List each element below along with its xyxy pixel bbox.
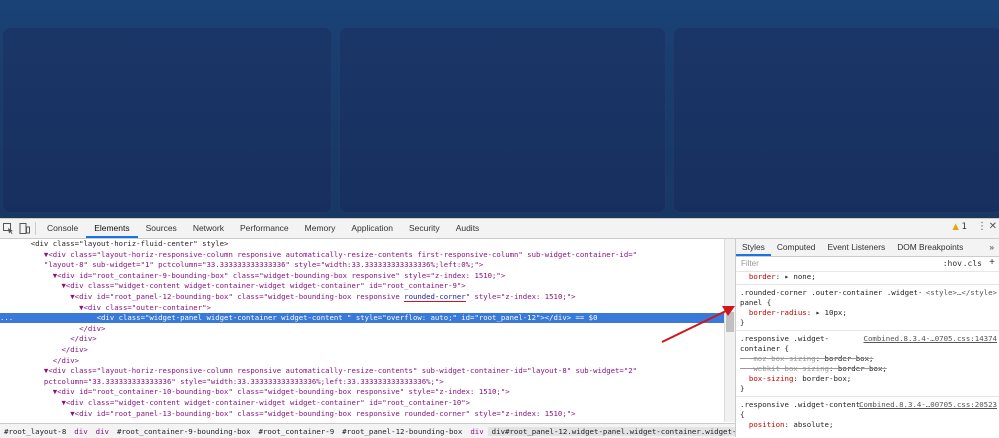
tab-memory[interactable]: Memory	[297, 219, 344, 238]
elements-tree[interactable]: <div class="layout-horiz-fluid-center" s…	[0, 239, 724, 422]
widget-panel-3	[673, 27, 999, 213]
tab-sources[interactable]: Sources	[138, 219, 185, 238]
styles-tab-computed[interactable]: Computed	[771, 239, 822, 256]
cls-toggle[interactable]: .cls	[963, 259, 982, 268]
styles-tab-styles[interactable]: Styles	[736, 239, 771, 256]
tab-performance[interactable]: Performance	[232, 219, 297, 238]
tab-network[interactable]: Network	[185, 219, 232, 238]
devtools-tabs: Console Elements Sources Network Performance…	[39, 219, 487, 238]
css-declaration[interactable]: -webkit-box-sizing: border-box;	[740, 364, 998, 374]
dom-node-line[interactable]: ▼<div id="root_panel-12-bounding-box" cl…	[0, 292, 724, 302]
breadcrumb-item[interactable]: #root_panel-12-bounding-box	[338, 427, 466, 436]
breadcrumb-item[interactable]: #root_container-9-bounding-box	[113, 427, 255, 436]
filter-input[interactable]: Filter	[741, 259, 759, 268]
warning-icon: ▲	[952, 222, 959, 232]
devtools-panel: Console Elements Sources Network Performance…	[0, 218, 999, 438]
close-icon[interactable]: ✕	[989, 221, 997, 232]
rule-source-link[interactable]: <style>…</style>	[926, 288, 997, 297]
dom-node-line[interactable]: <div class="layout-horiz-fluid-center" s…	[0, 239, 724, 249]
css-declaration[interactable]: -moz-box-sizing: border-box;	[740, 354, 998, 364]
rule-separator	[736, 330, 999, 331]
breadcrumb-item[interactable]: div	[70, 427, 91, 436]
selected-dom-node[interactable]: ... <div class="widget-panel widget-cont…	[0, 313, 724, 324]
tab-elements[interactable]: Elements	[86, 219, 138, 238]
dom-node-line[interactable]: ▼<div class="widget-content widget-conta…	[0, 281, 724, 291]
rule-selector[interactable]: {	[740, 410, 998, 420]
rule-close-brace: }	[740, 318, 745, 327]
styles-tab-event-listeners[interactable]: Event Listeners	[821, 239, 891, 256]
kebab-menu-icon[interactable]: ⋮	[977, 221, 987, 232]
dom-node-line[interactable]: </div>	[0, 345, 724, 355]
rule-close-brace: }	[740, 384, 745, 393]
new-rule-button[interactable]: +	[989, 257, 995, 268]
tab-security[interactable]: Security	[401, 219, 448, 238]
styles-pane: Styles Computed Event Listeners DOM Breakpo…	[735, 239, 999, 437]
tab-audits[interactable]: Audits	[448, 219, 488, 238]
dom-node-line[interactable]: </div>	[0, 334, 724, 344]
breadcrumb-item[interactable]: div	[92, 427, 113, 436]
breadcrumb-item[interactable]: #root_container-9	[255, 427, 339, 436]
dom-node-line[interactable]: pctcolumn="33.333333333333336" style="wi…	[0, 377, 724, 387]
more-tabs-icon[interactable]: »	[983, 239, 999, 256]
dom-node-line[interactable]: ▼<div id="root_container-9-bounding-box"…	[0, 271, 724, 281]
dom-node-line[interactable]: "layout-8" sub-widget="1" pctcolumn="33.…	[0, 260, 724, 270]
highlighted-class-underline: rounded-corner	[404, 292, 466, 302]
inspect-icon[interactable]	[0, 219, 16, 238]
scroll-thumb[interactable]	[726, 312, 734, 332]
dom-node-line[interactable]: </div>	[0, 356, 724, 366]
widget-panel-1	[2, 27, 332, 213]
css-declaration[interactable]: position: absolute;	[740, 420, 998, 430]
rule-source-link[interactable]: Combined.8.3.4-…0705.css:14374	[864, 334, 998, 343]
css-declaration[interactable]: border-radius: ▸ 10px;	[740, 308, 998, 318]
rule-selector[interactable]: panel {	[740, 298, 998, 308]
rule-source-link[interactable]: Combined.8.3.4-…00705.css:20523	[859, 400, 997, 409]
warning-count: 1	[961, 222, 967, 232]
css-declaration[interactable]: box-sizing: border-box;	[740, 374, 998, 384]
widget-panel-2	[339, 27, 666, 213]
breadcrumb-item[interactable]: #root_layout-8	[0, 427, 70, 436]
dom-node-line[interactable]: ▼<div class="layout-horiz-responsive-col…	[0, 366, 724, 376]
dom-node-line[interactable]: ▼<div id="root_panel-13-bounding-box" cl…	[0, 409, 724, 419]
rule-selector[interactable]: container {	[740, 344, 998, 354]
tab-console[interactable]: Console	[39, 219, 86, 238]
hov-toggle[interactable]: :hov	[943, 259, 962, 268]
webpage-background	[0, 0, 999, 218]
tab-application[interactable]: Application	[343, 219, 401, 238]
dom-node-line[interactable]: ▼<div class="outer-container">	[0, 303, 724, 313]
styles-tab-dom-breakpoints[interactable]: DOM Breakpoints	[891, 239, 969, 256]
dom-node-line[interactable]: ▼<div class="layout-horiz-responsive-col…	[0, 250, 724, 260]
elements-scrollbar[interactable]	[724, 239, 735, 422]
breadcrumb-item[interactable]: div#root_panel-12.widget-panel.widget-co…	[487, 426, 735, 436]
dom-node-line[interactable]: ▼<div class="widget-content widget-conta…	[0, 398, 724, 408]
rule-separator	[736, 284, 999, 285]
toolbar-separator	[35, 222, 36, 235]
breadcrumb-item[interactable]: div	[466, 427, 487, 436]
warning-indicator[interactable]: ▲ 1	[952, 222, 967, 232]
css-declaration[interactable]: border: ▸ none;	[740, 272, 998, 282]
filter-row: Filter :hov .cls +	[736, 257, 999, 272]
dom-node-line[interactable]: ▼<div id="root_container-10-bounding-box…	[0, 387, 724, 397]
dom-node-line[interactable]: </div>	[0, 324, 724, 334]
rule-separator	[736, 396, 999, 397]
styles-tabs: Styles Computed Event Listeners DOM Breakpo…	[736, 239, 999, 257]
device-toggle-icon[interactable]	[16, 219, 32, 238]
devtools-tabbar: Console Elements Sources Network Performance…	[0, 219, 999, 239]
